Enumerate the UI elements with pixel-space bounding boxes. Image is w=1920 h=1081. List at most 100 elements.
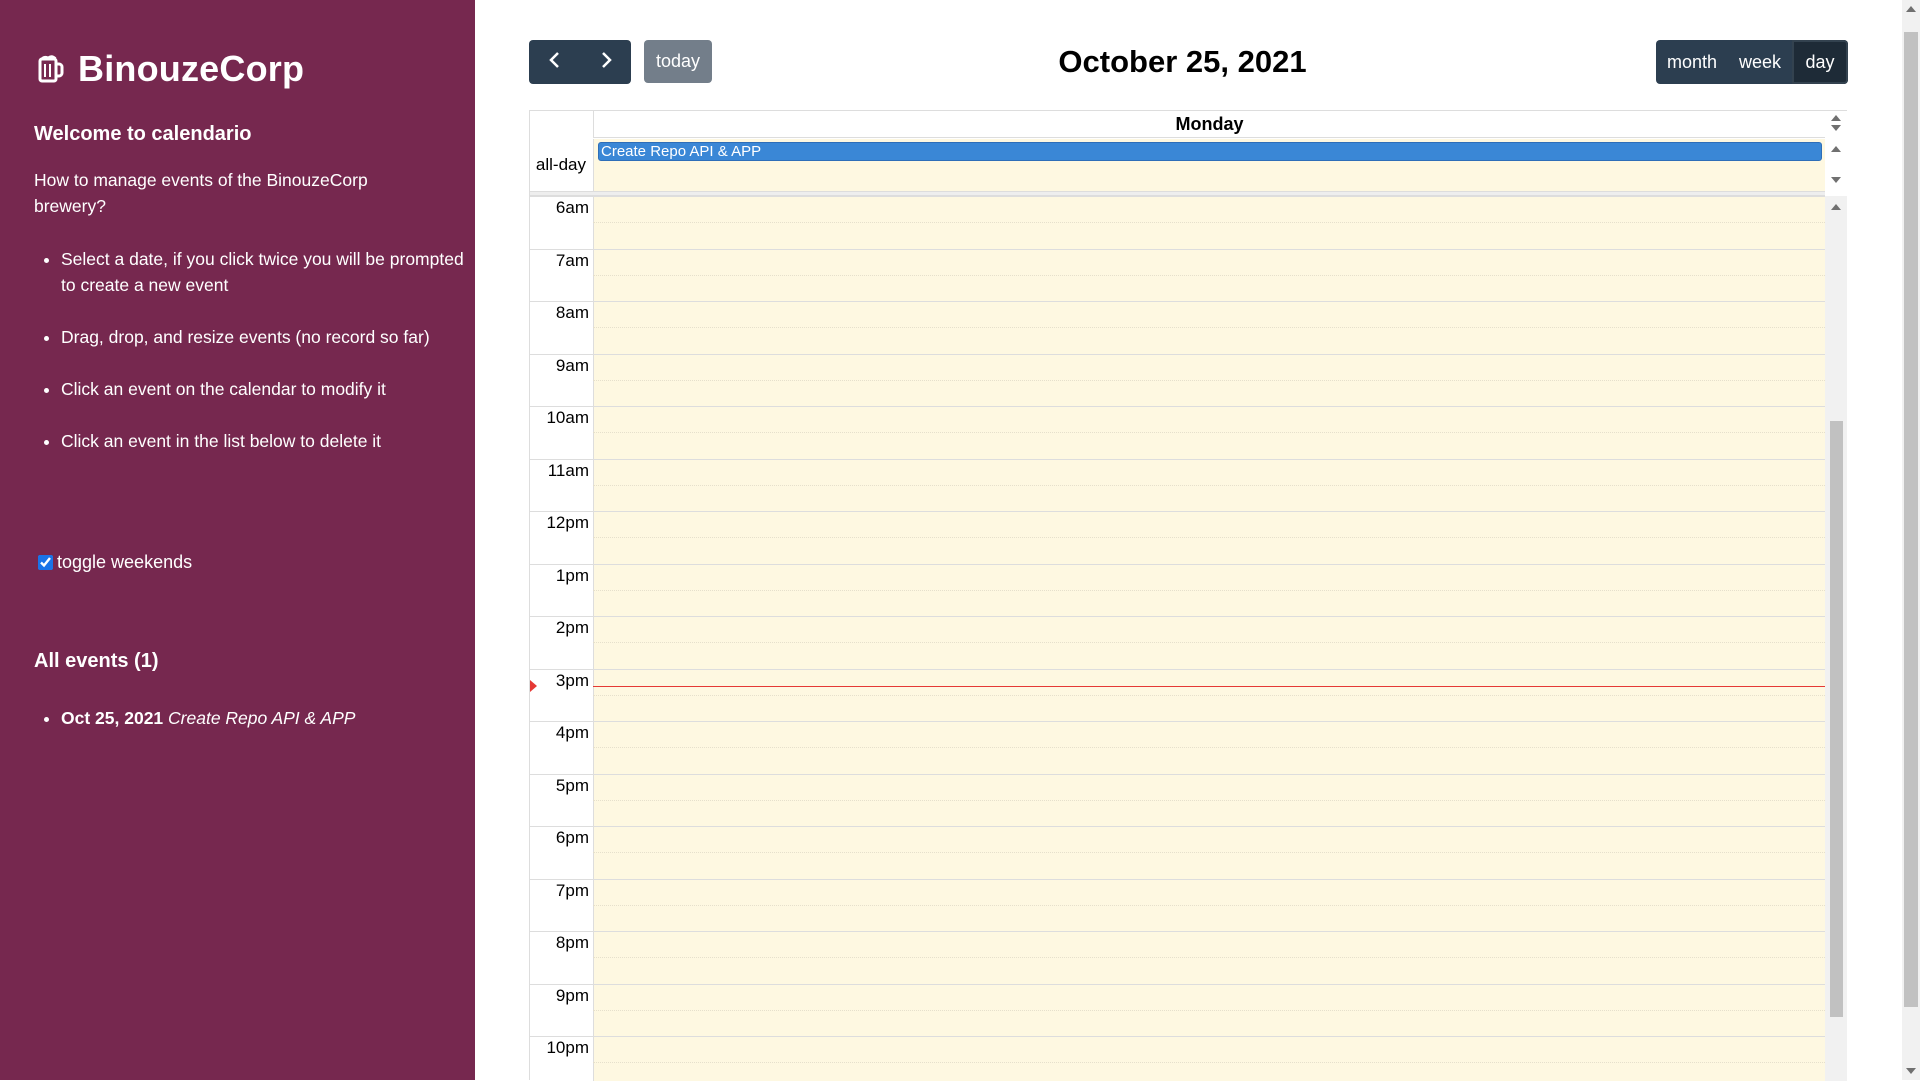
hour-gridline <box>530 353 1825 355</box>
beer-mug-icon <box>38 54 64 84</box>
half-hour-gridline <box>593 747 1825 748</box>
view-switcher: month week day <box>1656 40 1848 84</box>
hour-label: 12pm <box>546 513 589 532</box>
hour-row[interactable]: 6pm <box>530 826 1825 878</box>
next-button[interactable] <box>580 40 631 84</box>
hour-label: 11am <box>547 460 589 480</box>
nav-button-group <box>529 40 631 84</box>
welcome-heading: Welcome to calendario <box>34 123 252 145</box>
event-date: Oct 25, 2021 <box>61 708 164 728</box>
event-list-item[interactable]: Oct 25, 2021 Create Repo API & APP <box>61 705 355 731</box>
hour-label: 9am <box>555 355 589 375</box>
allday-scrollbar[interactable] <box>1825 111 1847 196</box>
page-scroll-thumb[interactable] <box>1904 32 1918 1007</box>
scroll-up-icon[interactable] <box>1831 115 1841 121</box>
calendar-title: October 25, 2021 <box>1058 44 1307 79</box>
instruction-item: Click an event in the list below to dele… <box>61 428 471 454</box>
brand-title: BinouzeCorp <box>78 48 305 89</box>
half-hour-gridline <box>593 327 1825 328</box>
hour-row[interactable]: 5pm <box>530 773 1825 826</box>
month-view-button[interactable]: month <box>1656 40 1728 84</box>
half-hour-gridline <box>593 1009 1825 1011</box>
allday-label: all-day <box>535 155 586 174</box>
hour-label: 8am <box>555 303 589 322</box>
hour-gridline <box>530 301 1825 302</box>
hour-label: 2pm <box>555 618 589 637</box>
hour-label: 8pm <box>555 933 589 952</box>
day-column-header: Monday <box>593 111 1825 138</box>
instructions-list: Select a date, if you click twice you wi… <box>34 246 471 480</box>
instruction-item: Drag, drop, and resize events (no record… <box>61 324 471 350</box>
scroll-up-icon[interactable] <box>1906 6 1916 12</box>
hour-row[interactable]: 2pm <box>530 616 1825 668</box>
now-indicator-arrow-icon <box>530 680 537 692</box>
hour-gridline <box>530 248 1825 250</box>
hour-label: 4pm <box>555 723 589 742</box>
hour-label: 10am <box>546 408 589 427</box>
hour-row[interactable]: 4pm <box>530 721 1825 773</box>
events-list: Oct 25, 2021 Create Repo API & APP <box>34 705 355 731</box>
hour-label: 5pm <box>555 775 589 795</box>
half-hour-gridline <box>593 904 1825 906</box>
scroll-up-icon[interactable] <box>1831 146 1841 152</box>
hour-row[interactable]: 1pm <box>530 563 1825 616</box>
event-title: Create Repo API & APP <box>168 708 356 728</box>
hour-gridline <box>530 563 1825 565</box>
scroll-up-icon[interactable] <box>1831 204 1841 210</box>
all-events-heading: All events (1) <box>34 650 159 672</box>
week-view-button[interactable]: week <box>1728 40 1792 84</box>
hour-label: 9pm <box>555 985 589 1005</box>
today-button[interactable]: today <box>644 40 712 83</box>
time-grid: 6am 7am 8am 9am 10am 11am 12pm 1pm 2pm 3pm 4pm 5pm 6… <box>530 196 1825 1081</box>
half-hour-gridline <box>593 852 1825 853</box>
scroll-down-icon[interactable] <box>1906 1068 1916 1074</box>
hour-row[interactable]: 12pm <box>530 511 1825 563</box>
sidebar: BinouzeCorp Welcome to calendario How to… <box>0 0 475 1080</box>
toggle-weekends-checkbox[interactable] <box>38 555 53 570</box>
hour-row[interactable]: 7pm <box>530 878 1825 931</box>
brand: BinouzeCorp <box>38 48 304 90</box>
half-hour-gridline <box>593 694 1825 696</box>
hour-row[interactable]: 7am <box>530 248 1825 301</box>
hour-gridline <box>530 668 1825 670</box>
chevron-right-icon <box>599 51 613 74</box>
time-grid-scrollbar[interactable] <box>1825 196 1847 1081</box>
prev-button[interactable] <box>529 40 580 84</box>
half-hour-gridline <box>593 537 1825 538</box>
half-hour-gridline <box>593 957 1825 958</box>
half-hour-gridline <box>593 642 1825 643</box>
hour-label: 7am <box>555 250 589 270</box>
allday-event[interactable]: Create Repo API & APP <box>598 142 1822 161</box>
allday-cell[interactable]: Create Repo API & APP <box>593 139 1825 191</box>
hour-gridline <box>530 616 1825 617</box>
hour-row[interactable]: 10am <box>530 406 1825 458</box>
hour-row[interactable]: 8am <box>530 301 1825 353</box>
hour-gridline <box>530 1036 1825 1037</box>
hour-row[interactable]: 10pm <box>530 1036 1825 1081</box>
hour-label: 3pm <box>555 670 589 690</box>
hour-row[interactable]: 3pm <box>530 668 1825 721</box>
hour-gridline <box>530 773 1825 775</box>
time-grid-scroll-thumb[interactable] <box>1830 421 1843 1017</box>
hour-gridline <box>530 721 1825 722</box>
hour-gridline <box>530 406 1825 407</box>
instruction-item: Click an event on the calendar to modify… <box>61 376 471 402</box>
hour-row[interactable]: 9am <box>530 353 1825 406</box>
chevron-left-icon <box>548 51 562 74</box>
half-hour-gridline <box>593 274 1825 276</box>
day-view-button[interactable]: day <box>1792 40 1848 84</box>
hour-row[interactable]: 9pm <box>530 983 1825 1036</box>
hour-row[interactable]: 11am <box>530 458 1825 511</box>
scroll-down-icon[interactable] <box>1831 177 1841 183</box>
page-scrollbar[interactable] <box>1902 0 1920 1080</box>
hour-row[interactable]: 8pm <box>530 931 1825 983</box>
hour-label: 10pm <box>546 1038 589 1057</box>
hour-label: 1pm <box>555 565 589 585</box>
half-hour-gridline <box>593 799 1825 801</box>
hour-gridline <box>530 983 1825 985</box>
toggle-weekends[interactable]: toggle weekends <box>38 552 192 573</box>
calendar-day-view: Monday all-day Create Repo API & APP 6am… <box>529 110 1847 1081</box>
hour-row[interactable]: 6am <box>530 196 1825 248</box>
now-indicator-line <box>593 686 1825 687</box>
scroll-down-icon[interactable] <box>1831 125 1841 131</box>
